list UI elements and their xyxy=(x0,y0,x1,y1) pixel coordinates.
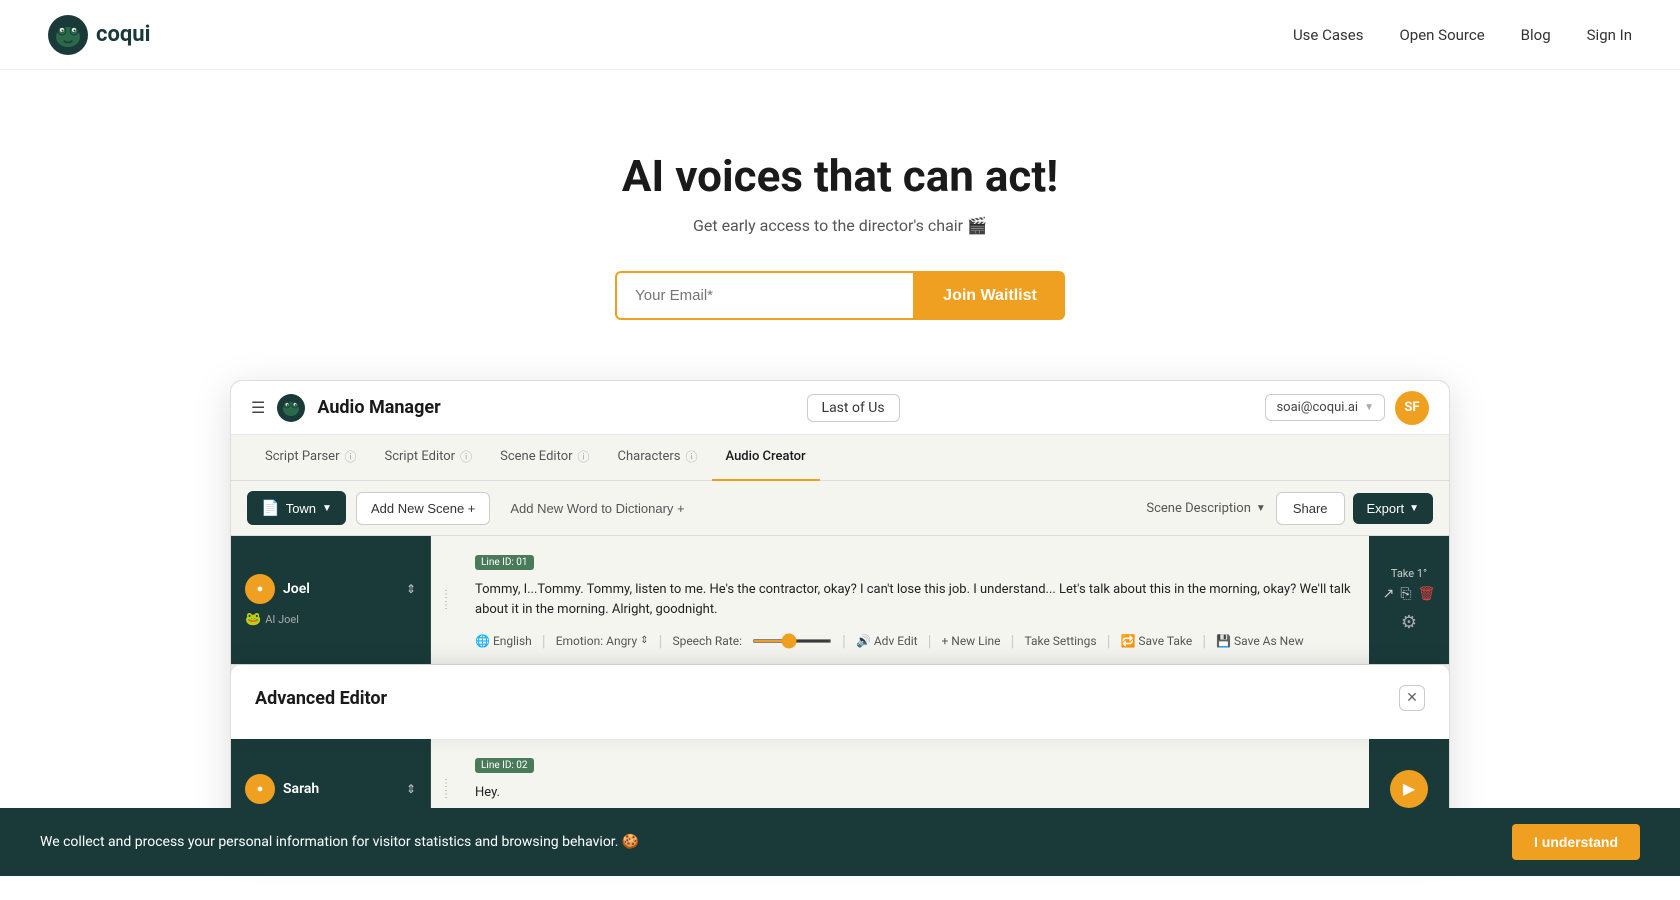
line-dots: ⋮⋮ xyxy=(431,536,461,664)
user-email-display[interactable]: soai@coqui.ai ▼ xyxy=(1265,394,1385,421)
hamburger-icon[interactable]: ☰ xyxy=(251,398,265,417)
take-label-joel: Take 1° xyxy=(1391,567,1427,580)
line-id-badge-joel: Line ID: 01 xyxy=(475,555,534,570)
app-title: Audio Manager xyxy=(317,397,440,418)
sarah-name: Sarah xyxy=(283,781,398,797)
coqui-logo-icon xyxy=(48,15,88,55)
tab-audio-creator[interactable]: Audio Creator xyxy=(712,435,820,481)
take-icons-joel: ↗ ⎘ 🗑 xyxy=(1383,586,1436,602)
export-button[interactable]: Export ▼ xyxy=(1353,493,1433,524)
cookie-text: We collect and process your personal inf… xyxy=(40,834,639,850)
emotion-arrow-icon: ⇕ xyxy=(640,635,648,646)
take-settings-icon[interactable]: ⚙ xyxy=(1401,612,1417,633)
scene-selector-button[interactable]: 📄 Town ▼ xyxy=(247,491,346,525)
line-text-area-joel: Line ID: 01 Tommy, I...Tommy. Tommy, lis… xyxy=(461,536,1369,664)
logo-text: coqui xyxy=(96,22,150,47)
line-id-badge-sarah: Line ID: 02 xyxy=(475,758,534,773)
save-take-button[interactable]: 🔁 Save Take xyxy=(1121,634,1193,648)
save-as-new-button[interactable]: 💾 Save As New xyxy=(1216,634,1304,648)
take-copy-icon[interactable]: ⎘ xyxy=(1400,586,1411,602)
nav-use-cases[interactable]: Use Cases xyxy=(1293,26,1364,44)
character-panel-joel: ● Joel ⇕ 🐸 AI Joel xyxy=(231,536,431,664)
nav-sign-in[interactable]: Sign In xyxy=(1587,26,1632,44)
app-content: ● Joel ⇕ 🐸 AI Joel ⋮⋮ xyxy=(231,536,1449,839)
scene-icon: 📄 xyxy=(261,499,280,517)
joel-dropdown-icon[interactable]: ⇕ xyxy=(406,582,416,596)
hero-form: Join Waitlist xyxy=(20,271,1660,320)
email-input[interactable] xyxy=(615,271,915,320)
scene-desc-chevron-icon: ▼ xyxy=(1256,503,1266,514)
nav-open-source[interactable]: Open Source xyxy=(1399,26,1484,44)
play-button-sarah[interactable]: ▶ xyxy=(1390,770,1428,808)
project-badge[interactable]: Last of Us xyxy=(807,394,900,422)
take-delete-icon[interactable]: 🗑 xyxy=(1418,586,1436,602)
emotion-selector[interactable]: Emotion: Angry ⇕ xyxy=(556,634,649,648)
tab-script-parser[interactable]: Script Parser ⓘ xyxy=(251,435,371,481)
app-coqui-icon xyxy=(277,394,305,422)
advanced-editor-header: Advanced Editor ✕ xyxy=(255,685,1425,711)
tab-info-icon-0: ⓘ xyxy=(344,448,356,465)
share-button[interactable]: Share xyxy=(1276,492,1345,525)
advanced-editor-title: Advanced Editor xyxy=(255,688,387,709)
take-edit-icon[interactable]: ↗ xyxy=(1383,586,1395,602)
adv-edit-button[interactable]: 🔊 Adv Edit xyxy=(856,634,918,648)
export-dropdown-icon: ▼ xyxy=(1409,503,1419,514)
scene-dropdown-icon: ▼ xyxy=(322,503,332,514)
app-toolbar: 📄 Town ▼ Add New Scene + Add New Word to… xyxy=(231,481,1449,536)
app-header-right: soai@coqui.ai ▼ SF xyxy=(1265,391,1429,425)
tab-scene-editor[interactable]: Scene Editor ⓘ xyxy=(486,435,603,481)
add-new-scene-button[interactable]: Add New Scene + xyxy=(356,492,490,525)
hero-title: AI voices that can act! xyxy=(20,150,1660,202)
navbar: coqui Use Cases Open Source Blog Sign In xyxy=(0,0,1680,70)
app-tabs: Script Parser ⓘ Script Editor ⓘ Scene Ed… xyxy=(231,435,1449,481)
joel-ai-label: 🐸 AI Joel xyxy=(245,612,416,627)
app-header: ☰ Audio Manager Last of Us soai@coqui.ai xyxy=(231,381,1449,435)
take-panel-joel: Take 1° ↗ ⎘ 🗑 ⚙ xyxy=(1369,536,1449,664)
nav-links: Use Cases Open Source Blog Sign In xyxy=(1293,26,1632,44)
line-controls-joel: 🌐 English | Emotion: Angry ⇕ | Speech Ra… xyxy=(475,625,1355,656)
new-line-button[interactable]: + New Line xyxy=(941,634,1000,648)
app-header-left: ☰ Audio Manager xyxy=(251,394,441,422)
user-avatar[interactable]: SF xyxy=(1395,391,1429,425)
add-word-dict-button[interactable]: Add New Word to Dictionary + xyxy=(500,493,694,524)
take-settings-button[interactable]: Take Settings xyxy=(1024,634,1096,648)
app-screenshot: ☰ Audio Manager Last of Us soai@coqui.ai xyxy=(230,380,1450,840)
nav-blog[interactable]: Blog xyxy=(1521,26,1551,44)
tab-info-icon-2: ⓘ xyxy=(578,448,590,465)
sarah-avatar: ● xyxy=(245,774,275,804)
line-text-joel[interactable]: Tommy, I...Tommy. Tommy, listen to me. H… xyxy=(475,580,1355,619)
cookie-banner: We collect and process your personal inf… xyxy=(0,808,1680,876)
toolbar-right: Share Export ▼ xyxy=(1276,492,1433,525)
hero-section: AI voices that can act! Get early access… xyxy=(0,70,1680,380)
joel-avatar: ● xyxy=(245,574,275,604)
tab-info-icon-1: ⓘ xyxy=(460,448,472,465)
hero-subtitle: Get early access to the director's chair… xyxy=(20,216,1660,235)
tab-characters[interactable]: Characters ⓘ xyxy=(604,435,712,481)
advanced-editor-close-button[interactable]: ✕ xyxy=(1399,685,1425,711)
tab-info-icon-3: ⓘ xyxy=(686,448,698,465)
sarah-dropdown-icon[interactable]: ⇕ xyxy=(406,782,416,796)
speech-rate-slider[interactable] xyxy=(752,639,832,643)
language-selector[interactable]: 🌐 English xyxy=(475,634,532,648)
advanced-editor-panel: Advanced Editor ✕ xyxy=(231,665,1449,739)
advanced-editor-container: Advanced Editor ✕ xyxy=(231,665,1449,739)
scene-description-button[interactable]: Scene Description ▼ xyxy=(1146,501,1265,516)
logo[interactable]: coqui xyxy=(48,15,150,55)
tab-script-editor[interactable]: Script Editor ⓘ xyxy=(371,435,487,481)
joel-name: Joel xyxy=(283,581,398,597)
speech-rate-label: Speech Rate: xyxy=(672,634,742,648)
line-text-sarah[interactable]: Hey. xyxy=(475,783,1355,803)
join-waitlist-button[interactable]: Join Waitlist xyxy=(915,271,1065,320)
cookie-accept-button[interactable]: I understand xyxy=(1512,824,1640,860)
table-row: ● Joel ⇕ 🐸 AI Joel ⋮⋮ xyxy=(231,536,1449,665)
dropdown-arrow-icon: ▼ xyxy=(1364,402,1374,413)
